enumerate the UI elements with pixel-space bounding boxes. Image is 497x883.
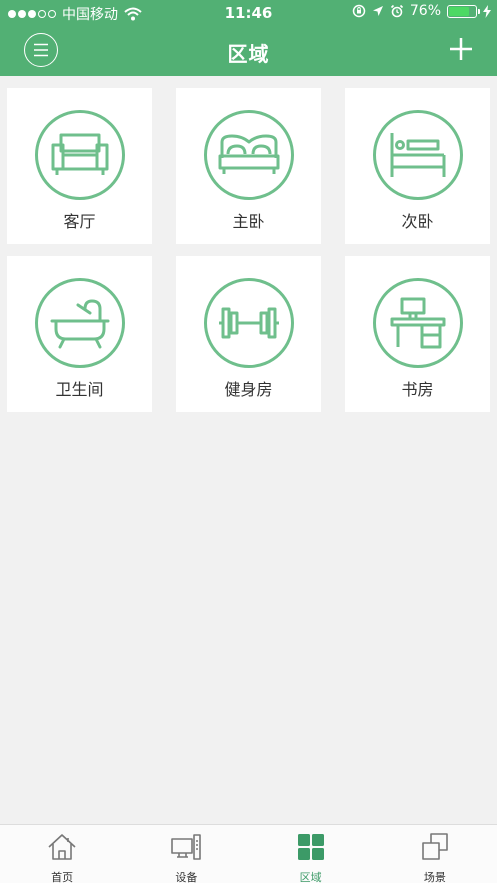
double-bed-icon xyxy=(218,134,280,174)
room-label: 次卧 xyxy=(401,212,434,231)
tab-scenes[interactable]: 场景 xyxy=(373,825,497,883)
room-tile-gym[interactable]: 健身房 xyxy=(176,256,321,412)
status-bar: 中国移动 11:46 76% xyxy=(0,0,497,26)
device-icon xyxy=(171,834,202,860)
header: 中国移动 11:46 76% 区域 xyxy=(0,0,497,76)
tab-devices[interactable]: 设备 xyxy=(124,825,248,883)
tab-bar: 首页 设备 区域 场景 xyxy=(0,824,497,883)
room-icon-circle xyxy=(204,110,294,200)
tab-label: 设备 xyxy=(175,871,198,883)
room-tile-living-room[interactable]: 客厅 xyxy=(7,88,152,244)
page-title: 区域 xyxy=(227,42,270,66)
battery-percent: 76% xyxy=(409,3,441,19)
desk-icon xyxy=(390,297,446,349)
battery-icon xyxy=(447,4,480,18)
tab-label: 首页 xyxy=(51,871,74,883)
room-label: 客厅 xyxy=(63,212,96,231)
charging-bolt-icon xyxy=(483,4,491,18)
dumbbell-icon xyxy=(219,307,279,339)
bathtub-icon xyxy=(50,299,110,349)
room-label: 健身房 xyxy=(224,380,273,399)
tab-areas[interactable]: 区域 xyxy=(249,825,373,883)
room-label: 书房 xyxy=(401,380,434,399)
room-tile-study[interactable]: 书房 xyxy=(345,256,490,412)
status-right: 76% xyxy=(352,3,491,19)
alarm-icon xyxy=(390,4,403,18)
sofa-icon xyxy=(51,133,109,175)
room-label: 主卧 xyxy=(232,212,265,231)
room-icon-circle xyxy=(35,110,125,200)
single-bed-icon xyxy=(390,133,446,177)
room-tile-bathroom[interactable]: 卫生间 xyxy=(7,256,152,412)
orientation-lock-icon xyxy=(352,4,366,18)
tab-label: 区域 xyxy=(299,871,322,883)
room-icon-circle xyxy=(373,110,463,200)
location-arrow-icon xyxy=(372,6,383,16)
room-icon-circle xyxy=(35,278,125,368)
scene-icon xyxy=(422,833,448,860)
room-tile-master-bedroom[interactable]: 主卧 xyxy=(176,88,321,244)
battery-fill xyxy=(449,6,469,16)
add-icon[interactable] xyxy=(449,37,473,61)
room-icon-circle xyxy=(373,278,463,368)
grid-icon xyxy=(297,834,324,860)
room-tile-second-bedroom[interactable]: 次卧 xyxy=(345,88,490,244)
room-label: 卫生间 xyxy=(55,380,104,399)
tab-label: 场景 xyxy=(423,871,446,883)
room-icon-circle xyxy=(204,278,294,368)
home-icon xyxy=(48,834,76,860)
tab-home[interactable]: 首页 xyxy=(0,825,124,883)
